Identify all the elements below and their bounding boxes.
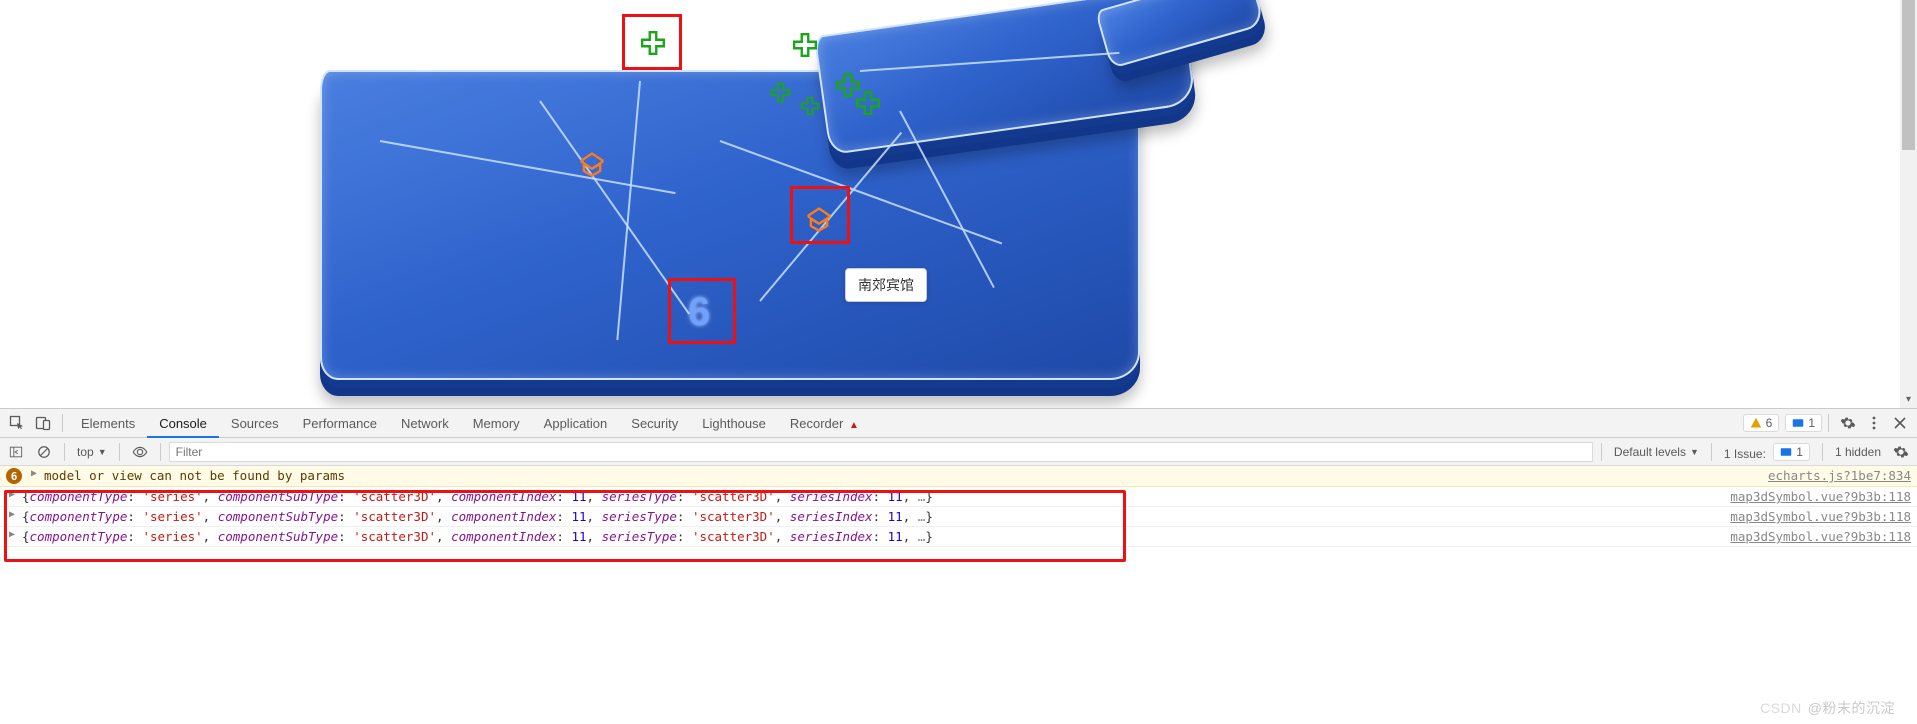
console-log-object[interactable]: ▶ {componentType: 'series', componentSub… [0,507,1917,527]
tab-memory[interactable]: Memory [461,409,532,438]
disclosure-triangle-icon[interactable]: ▶ [6,529,18,540]
console-settings-gear-icon[interactable] [1889,440,1913,464]
annotation-highlight [668,278,736,344]
map-stage[interactable]: 6 南郊宾馆 [0,0,1900,408]
devtools-panel: Elements Console Sources Performance Net… [0,408,1917,724]
map-viewport: 6 南郊宾馆 ▴ ▾ [0,0,1917,408]
separator [1601,443,1602,461]
disclosure-triangle-icon[interactable]: ▶ [6,489,18,500]
console-log-object[interactable]: ▶ {componentType: 'series', componentSub… [0,527,1917,547]
messages-count: 1 [1808,416,1815,430]
warnings-badge[interactable]: 6 [1743,414,1780,432]
scrollbar-thumb[interactable] [1902,0,1915,150]
tab-security[interactable]: Security [619,409,690,438]
tab-lighthouse[interactable]: Lighthouse [690,409,778,438]
console-log-object[interactable]: ▶ {componentType: 'series', componentSub… [0,487,1917,507]
scroll-down-arrow-icon[interactable]: ▾ [1900,391,1917,408]
settings-gear-icon[interactable] [1835,410,1861,436]
clear-console-icon[interactable] [32,440,56,464]
annotation-highlight [790,186,850,244]
tab-network[interactable]: Network [389,409,461,438]
console-log-warning[interactable]: 6 ▶ model or view can not be found by pa… [0,466,1917,487]
chevron-down-icon: ▼ [1690,447,1699,457]
separator [119,443,120,461]
log-message: {componentType: 'series', componentSubTy… [22,489,1718,504]
plus-marker-icon[interactable] [855,90,881,116]
house-marker-icon[interactable] [578,150,606,178]
issues-badge: 1 [1773,443,1810,461]
issues-count: 1 [1796,445,1803,459]
tab-elements[interactable]: Elements [69,409,147,438]
separator [1822,443,1823,461]
sidebar-toggle-icon[interactable] [4,440,28,464]
tab-performance[interactable]: Performance [291,409,389,438]
log-message: {componentType: 'series', componentSubTy… [22,509,1718,524]
beta-flask-icon: ▲ [849,420,859,431]
log-source-link[interactable]: echarts.js?1be7:834 [1768,468,1911,483]
hidden-count-label[interactable]: 1 hidden [1831,445,1885,459]
disclosure-triangle-icon[interactable]: ▶ [6,509,18,520]
issues-indicator[interactable]: 1 Issue: 1 [1720,443,1814,461]
vertical-scrollbar[interactable]: ▴ ▾ [1900,0,1917,408]
plus-marker-icon[interactable] [792,32,818,58]
annotation-highlight [622,14,682,70]
map-tooltip: 南郊宾馆 [845,268,927,302]
tab-sources[interactable]: Sources [219,409,291,438]
console-output[interactable]: 6 ▶ model or view can not be found by pa… [0,466,1917,724]
tab-label: Recorder [790,416,843,431]
separator [1711,443,1712,461]
tab-application[interactable]: Application [532,409,620,438]
log-source-link[interactable]: map3dSymbol.vue?9b3b:118 [1730,509,1911,524]
levels-label: Default levels [1614,445,1686,459]
chevron-down-icon: ▼ [98,447,107,457]
separator [64,443,65,461]
kebab-menu-icon[interactable] [1861,410,1887,436]
log-source-link[interactable]: map3dSymbol.vue?9b3b:118 [1730,529,1911,544]
repeat-count-badge: 6 [6,468,22,484]
devtools-tabs: Elements Console Sources Performance Net… [0,409,1917,438]
plus-marker-icon[interactable] [770,82,791,103]
inspect-element-icon[interactable] [4,410,30,436]
log-message: {componentType: 'series', componentSubTy… [22,529,1718,544]
tab-recorder[interactable]: Recorder ▲ [778,409,871,438]
messages-badge[interactable]: 1 [1785,414,1822,432]
close-devtools-icon[interactable] [1887,410,1913,436]
context-label: top [77,445,94,459]
issues-label: 1 Issue: [1724,447,1766,461]
device-toolbar-icon[interactable] [30,410,56,436]
execution-context-selector[interactable]: top ▼ [73,445,111,459]
separator [1828,414,1829,432]
live-expression-eye-icon[interactable] [128,440,152,464]
tab-console[interactable]: Console [147,409,219,438]
warnings-count: 6 [1766,416,1773,430]
plus-marker-icon[interactable] [800,96,820,116]
log-levels-selector[interactable]: Default levels ▼ [1610,445,1703,459]
disclosure-triangle-icon[interactable]: ▶ [28,468,40,479]
console-toolbar: top ▼ Default levels ▼ 1 Issue: 1 1 hidd… [0,438,1917,466]
separator [160,443,161,461]
log-source-link[interactable]: map3dSymbol.vue?9b3b:118 [1730,489,1911,504]
log-message: model or view can not be found by params [44,468,1756,483]
separator [62,414,63,432]
console-filter-input[interactable] [169,442,1593,462]
